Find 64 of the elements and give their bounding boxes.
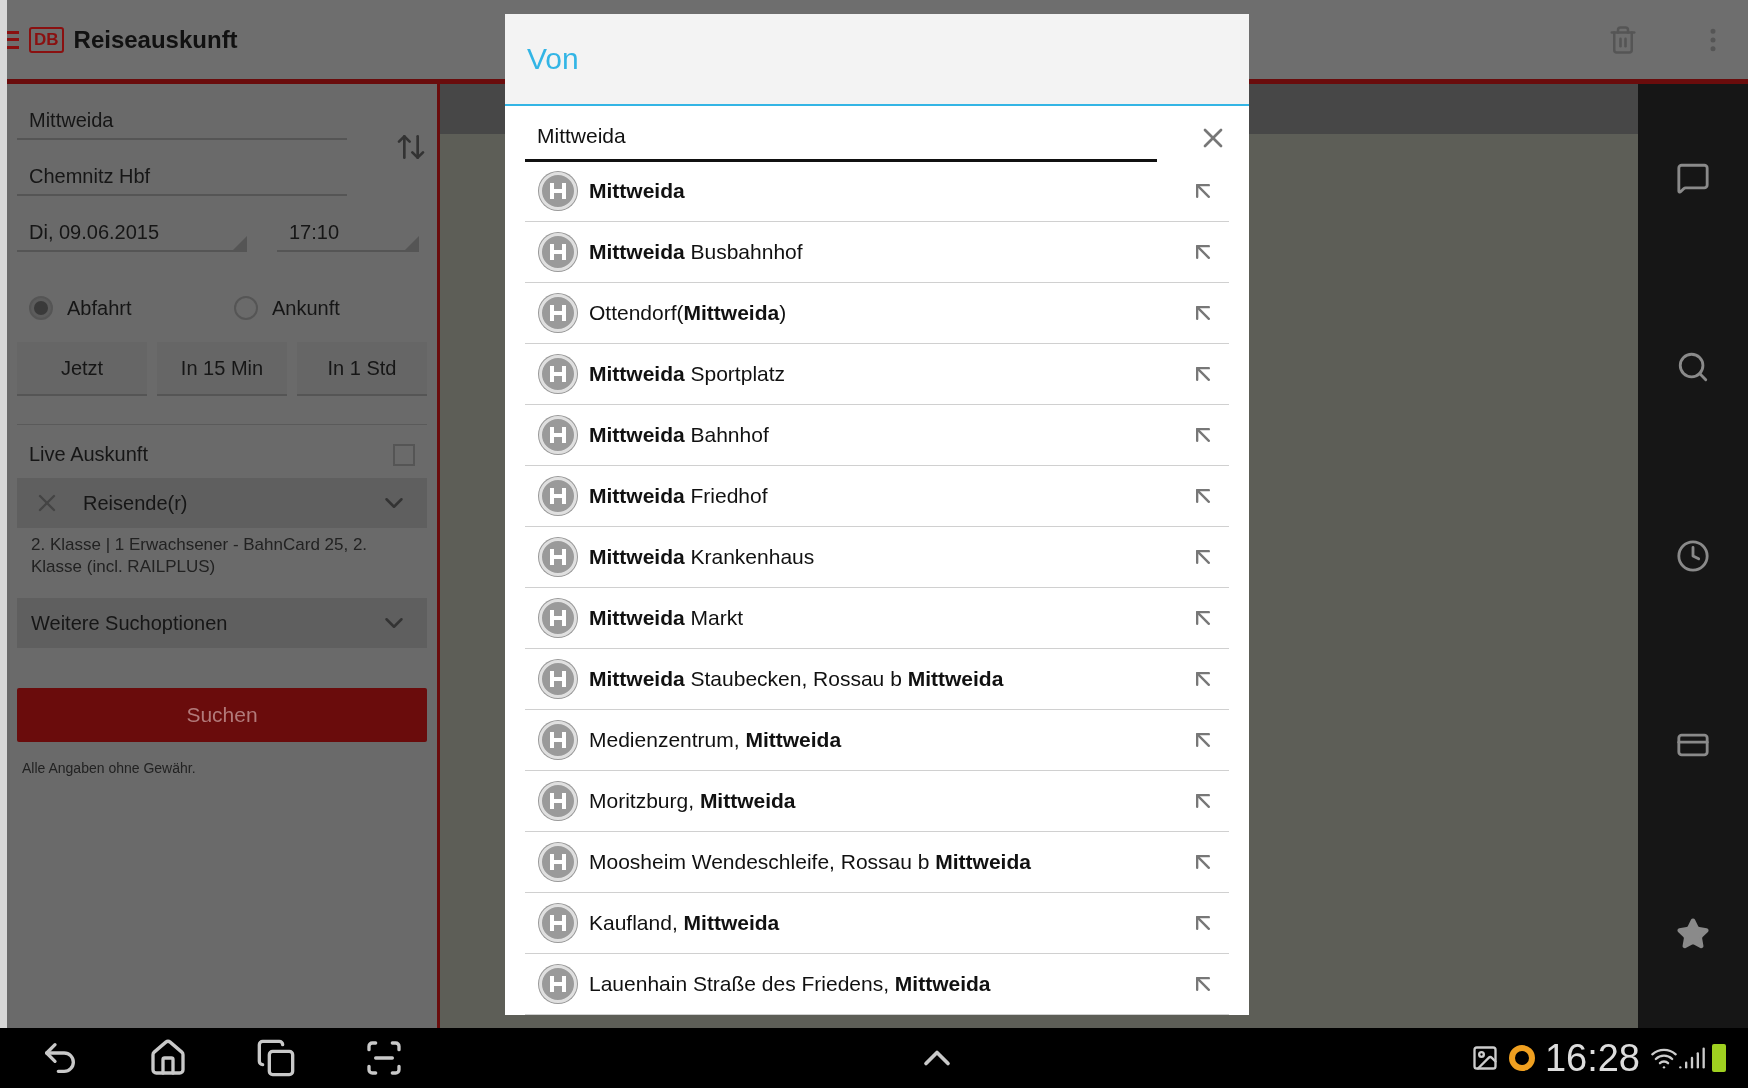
suggestion-text: Mittweida Friedhof [589,484,769,509]
stop-icon [539,660,577,699]
suggestion-text: Mittweida Staubecken, Rossau b Mittweida [589,667,1005,692]
suggestion-item[interactable]: Mittweida Markt [525,588,1229,650]
stop-icon [539,843,577,882]
home-icon[interactable] [148,1038,188,1078]
dialog-title: Von [527,41,579,76]
suggestion-item[interactable]: Moritzburg, Mittweida [525,771,1229,833]
suggestion-item[interactable]: Mittweida Bahnhof [525,405,1229,467]
stop-icon [539,233,577,272]
app-title: Reiseauskunft [73,25,239,54]
suggestion-text: Mittweida Busbahnhof [589,240,804,265]
suggestion-item[interactable]: Mittweida Staubecken, Rossau b Mittweida [525,649,1229,711]
battery-icon [1712,1044,1726,1072]
suggestion-text: Kaufland, Mittweida [589,911,781,936]
stop-icon [539,721,577,760]
suggestion-item[interactable]: Mittweida Sportplatz [525,344,1229,406]
suggestion-item[interactable]: Ottendorf(Mittweida) [525,283,1229,345]
radio-button[interactable] [29,296,53,320]
suggestion-item[interactable]: Moosheim Wendeschleife, Rossau b Mittweida [525,832,1229,894]
suggestion-text: Mittweida Sportplatz [589,362,787,387]
suggestion-text: Mittweida Krankenhaus [589,545,816,570]
suggestion-text: Lauenhain Straße des Friedens, Mittweida [589,972,992,997]
radio-label: Abfahrt [67,296,132,320]
suggestion-item[interactable]: Mittweida Krankenhaus [525,527,1229,589]
suggestion-text: Medienzentrum, Mittweida [589,728,843,753]
suggestion-text: Mittweida Bahnhof [589,423,770,448]
suggestion-text: Ottendorf(Mittweida) [589,301,788,326]
more-options-label: Weitere Suchoptionen [31,611,228,635]
stop-icon [539,965,577,1004]
suggestion-item[interactable]: Mittweida [525,161,1229,223]
live-label: Live Auskunft [29,443,148,466]
clock-icon[interactable] [1676,539,1710,573]
suggestion-text: Mittweida [589,179,686,204]
search-button[interactable]: Suchen [17,688,427,742]
status-ring-icon [1508,1045,1535,1071]
stop-icon [539,782,577,821]
screenshot-icon[interactable] [364,1038,404,1078]
suggestion-text: Mittweida Markt [589,606,744,631]
suggestion-item[interactable]: Kaufland, Mittweida [525,893,1229,955]
suggestion-item[interactable]: Medienzentrum, Mittweida [525,710,1229,772]
suggestion-item[interactable]: Lauenhain Straße des Friedens, Mittweida [525,954,1229,1015]
stop-icon [539,416,577,455]
radio-label: Ankunft [272,296,340,320]
stop-icon [539,355,577,394]
stop-icon [539,172,577,211]
clock-time: 16:28 [1544,1036,1640,1080]
stop-icon [539,477,577,516]
travellers-label: Reisende(r) [83,491,189,515]
disclaimer-text: Alle Angaben ohne Gewähr. [21,760,197,776]
app-logo: DB [29,26,64,53]
suggestion-item[interactable]: Mittweida Busbahnhof [525,222,1229,284]
stop-icon [539,599,577,638]
suggestion-text: Moritzburg, Mittweida [589,789,797,814]
stop-icon [539,538,577,577]
message-icon[interactable] [1676,161,1710,196]
suggestion-text: Moosheim Wendeschleife, Rossau b Mittweida [589,850,1032,875]
star-icon[interactable] [1676,916,1710,951]
suggestion-item[interactable]: Mittweida Friedhof [525,466,1229,528]
stop-icon [539,904,577,943]
travellers-summary: 2. Klasse | 1 Erwachsener - BahnCard 25, 2. Klasse (incl. RAILPLUS) [30,534,369,578]
stop-icon [539,294,577,333]
image-icon [1470,1044,1499,1072]
recent-apps-icon[interactable] [256,1038,296,1078]
